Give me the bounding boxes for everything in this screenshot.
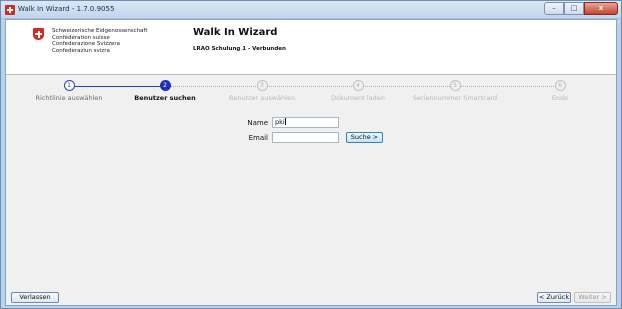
step-ende: 6 Ende bbox=[515, 76, 605, 102]
step-number: 3 bbox=[256, 80, 268, 91]
step-label: Benutzer suchen bbox=[134, 94, 196, 102]
exit-button[interactable]: Verlassen bbox=[11, 292, 59, 303]
step-number: 6 bbox=[554, 80, 566, 91]
organization-name: Schweizerische Eidgenossenschaft Confédé… bbox=[52, 28, 148, 54]
org-line: Confederaziun svizra bbox=[52, 47, 110, 54]
swiss-flag-icon bbox=[33, 28, 44, 40]
step-dokument-laden: 4 Dokument laden bbox=[313, 76, 403, 102]
next-button[interactable]: Weiter > bbox=[574, 292, 611, 303]
step-label: Richtlinie auswählen bbox=[35, 94, 103, 102]
name-input[interactable]: pki bbox=[272, 117, 339, 128]
name-input-value: pki bbox=[275, 118, 285, 126]
title-bar[interactable]: Walk In Wizard - 1.7.0.9055 – □ x bbox=[1, 1, 621, 19]
step-label: Seriennummer Smartcard bbox=[412, 94, 498, 102]
wizard-header: Schweizerische Eidgenossenschaft Confédé… bbox=[6, 20, 616, 75]
step-number: 5 bbox=[449, 80, 461, 91]
window-controls: – □ x bbox=[544, 2, 618, 16]
step-seriennummer: 5 Seriennummer Smartcard bbox=[410, 76, 500, 102]
email-label: Email bbox=[248, 134, 268, 142]
page-title: Walk In Wizard bbox=[193, 27, 278, 38]
step-label: Ende bbox=[551, 94, 569, 102]
step-number: 2 bbox=[159, 80, 171, 91]
maximize-button[interactable]: □ bbox=[564, 2, 584, 15]
name-label: Name bbox=[247, 119, 268, 127]
step-benutzer-suchen: 2 Benutzer suchen bbox=[120, 76, 210, 102]
step-number: 4 bbox=[352, 80, 364, 91]
close-button[interactable]: x bbox=[584, 2, 618, 15]
step-label: Benutzer auswählen bbox=[228, 94, 296, 102]
email-input[interactable] bbox=[272, 132, 339, 143]
application-window: Walk In Wizard - 1.7.0.9055 – □ x Schwei… bbox=[0, 0, 622, 309]
step-number: 1 bbox=[63, 80, 75, 91]
step-label: Dokument laden bbox=[331, 94, 385, 102]
back-button[interactable]: < Zurück bbox=[537, 292, 571, 303]
wizard-stepper: 1 Richtlinie auswählen 2 Benutzer suchen… bbox=[6, 76, 616, 116]
window-title: Walk In Wizard - 1.7.0.9055 bbox=[18, 5, 115, 13]
step-benutzer-auswaehlen: 3 Benutzer auswählen bbox=[217, 76, 307, 102]
search-button[interactable]: Suche > bbox=[346, 132, 383, 143]
step-richtlinie: 1 Richtlinie auswählen bbox=[24, 76, 114, 102]
wizard-client-area: Schweizerische Eidgenossenschaft Confédé… bbox=[5, 19, 617, 306]
connection-status: LRAO Schulung 1 - Verbunden bbox=[193, 46, 286, 52]
app-icon bbox=[5, 5, 15, 15]
minimize-button[interactable]: – bbox=[544, 2, 564, 15]
org-line: Schweizerische Eidgenossenschaft bbox=[52, 28, 148, 34]
